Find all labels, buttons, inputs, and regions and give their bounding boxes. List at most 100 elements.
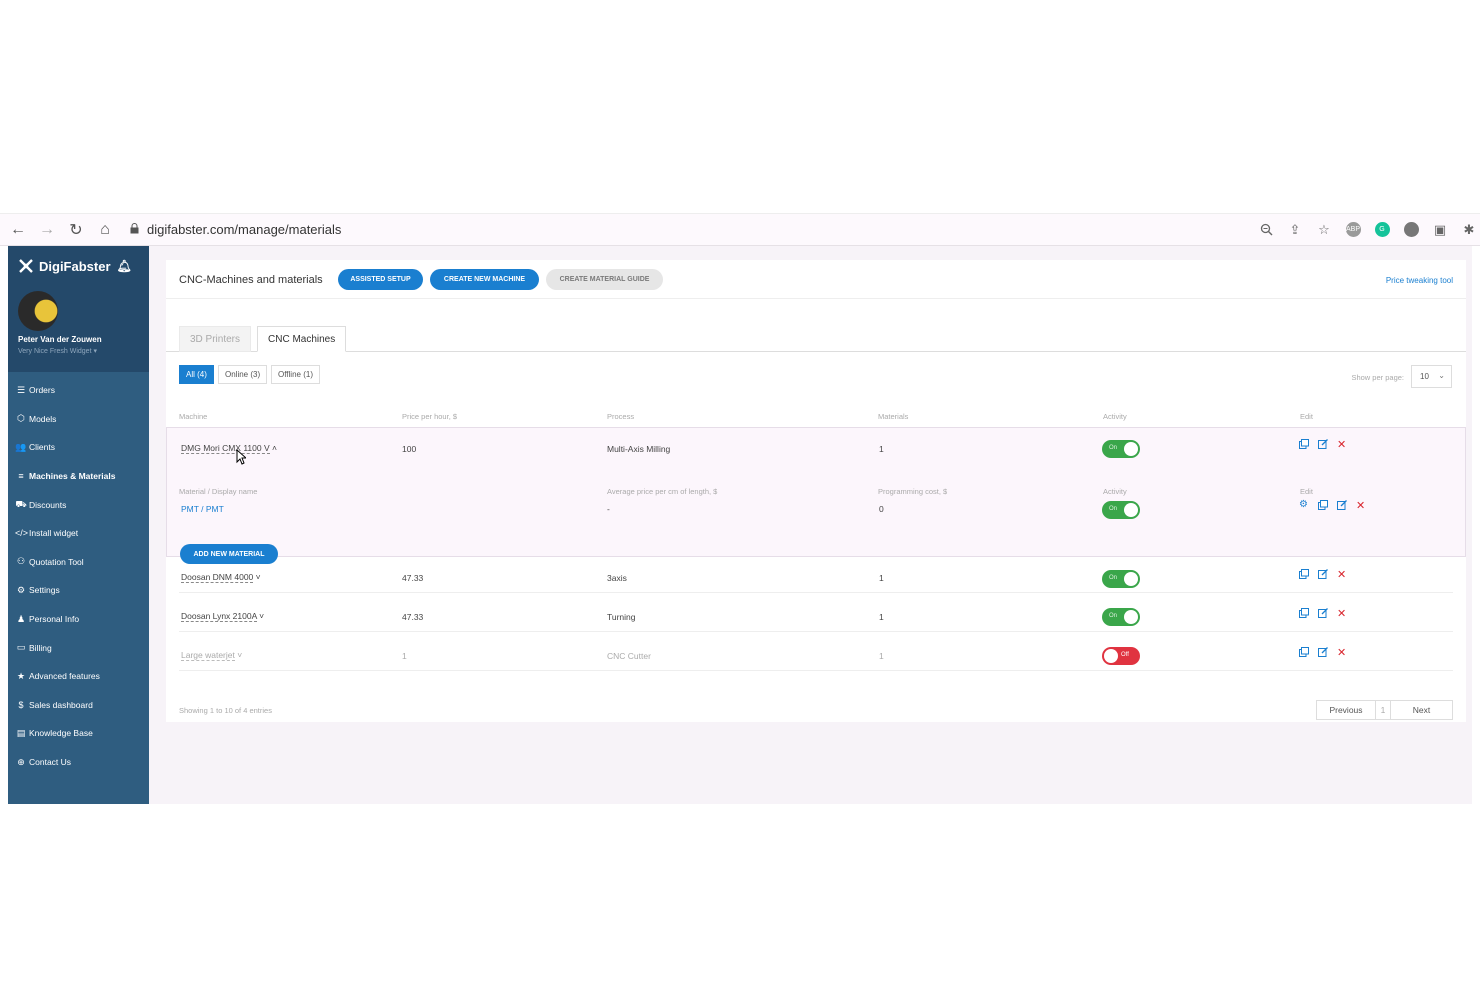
filter-all[interactable]: All (4) <box>179 365 214 384</box>
machine-name[interactable]: Doosan Lynx 2100A <box>181 611 257 622</box>
sidebar-item-settings[interactable]: ⚙ Settings <box>8 576 149 605</box>
sidebar-item-quotation-tool[interactable]: ⚇ Quotation Tool <box>8 548 149 577</box>
previous-page-button[interactable]: Previous <box>1316 700 1376 720</box>
mouse-cursor-icon <box>236 449 246 465</box>
share-icon[interactable]: ⇪ <box>1284 219 1306 241</box>
page-title: CNC-Machines and materials <box>179 274 323 286</box>
bookmark-star-icon[interactable]: ☆ <box>1313 219 1335 241</box>
credit-card-icon: ▭ <box>16 642 26 653</box>
address-bar[interactable]: digifabster.com/manage/materials <box>147 222 341 237</box>
table-row[interactable]: DMG Mori CMX 1100 V ˄ <box>181 443 277 454</box>
machines-card: CNC-Machines and materials ASSISTED SETU… <box>166 260 1466 722</box>
sidebar-item-contact-us[interactable]: ⊕ Contact Us <box>8 748 149 777</box>
copy-icon[interactable] <box>1299 439 1309 449</box>
copy-icon[interactable] <box>1299 647 1309 657</box>
edit-icon[interactable] <box>1337 500 1347 510</box>
delete-icon[interactable]: ✕ <box>1337 568 1346 581</box>
sidebar-item-models[interactable]: ⬡ Models <box>8 405 149 434</box>
edit-icon[interactable] <box>1318 569 1328 579</box>
sidebar-item-machines-materials[interactable]: ≡ Machines & Materials <box>8 462 149 491</box>
tab-cnc-machines[interactable]: CNC Machines <box>257 326 347 352</box>
activity-toggle[interactable]: On <box>1102 440 1140 458</box>
delete-icon[interactable]: ✕ <box>1337 607 1346 620</box>
col-header-materials: Materials <box>878 412 909 421</box>
adblock-extension-icon[interactable]: ABP <box>1342 219 1364 241</box>
edit-icon[interactable] <box>1318 608 1328 618</box>
filter-online[interactable]: Online (3) <box>218 365 268 384</box>
list-icon: ☰ <box>16 384 26 395</box>
activity-toggle[interactable]: On <box>1102 608 1140 626</box>
sidebar-item-personal-info[interactable]: ♟ Personal Info <box>8 605 149 634</box>
assisted-setup-button[interactable]: ASSISTED SETUP <box>338 269 423 290</box>
machine-name[interactable]: Doosan DNM 4000 <box>181 572 254 583</box>
sidebar-item-label: Install widget <box>29 528 79 539</box>
activity-toggle[interactable]: Off <box>1102 647 1140 665</box>
copy-icon[interactable] <box>1299 608 1309 618</box>
avatar[interactable] <box>18 291 58 331</box>
sidebar-item-orders[interactable]: ☰ Orders <box>8 376 149 405</box>
machine-name[interactable]: DMG Mori CMX 1100 V <box>181 443 270 454</box>
next-page-button[interactable]: Next <box>1390 700 1453 720</box>
create-new-machine-button[interactable]: CREATE NEW MACHINE <box>430 269 539 290</box>
delete-icon[interactable]: ✕ <box>1356 499 1365 512</box>
filter-offline[interactable]: Offline (1) <box>271 365 320 384</box>
person-icon: ♟ <box>16 613 26 624</box>
user-icon: ⚇ <box>16 556 26 567</box>
home-icon[interactable]: ⌂ <box>94 219 116 241</box>
sidebar-item-label: Settings <box>29 585 60 596</box>
per-page-select[interactable]: 10 ⌄ <box>1411 365 1452 388</box>
add-new-material-button[interactable]: ADD NEW MATERIAL <box>180 544 278 564</box>
brand[interactable]: DigiFabster 🔔︎ <box>18 258 132 274</box>
sidebar-item-label: Orders <box>29 385 55 396</box>
activity-toggle[interactable]: On <box>1102 570 1140 588</box>
reader-icon[interactable]: ▣ <box>1429 219 1451 241</box>
col-header-price: Price per hour, $ <box>402 412 458 421</box>
chevron-down-icon[interactable]: ˅ <box>237 650 242 660</box>
sidebar-item-knowledge-base[interactable]: ▤ Knowledge Base <box>8 719 149 748</box>
code-icon: </> <box>15 528 29 539</box>
gear-icon[interactable]: ⚙ <box>1299 499 1308 510</box>
sidebar-item-label: Personal Info <box>29 614 80 625</box>
delete-icon[interactable]: ✕ <box>1337 438 1346 451</box>
sidebar-item-clients[interactable]: 👥 Clients <box>8 433 149 462</box>
sidebar-item-sales-dashboard[interactable]: $ Sales dashboard <box>8 691 149 720</box>
sidebar-item-label: Machines & Materials <box>29 471 116 482</box>
zoom-icon[interactable] <box>1255 219 1277 241</box>
machine-name[interactable]: Large waterjet <box>181 650 235 661</box>
widget-selector[interactable]: Very Nice Fresh Widget ▾ <box>18 347 97 355</box>
puzzle-extensions-icon[interactable]: ✱ <box>1458 219 1480 241</box>
process: 3axis <box>607 573 627 583</box>
delete-icon[interactable]: ✕ <box>1337 646 1346 659</box>
brand-name: DigiFabster <box>39 258 111 274</box>
copy-icon[interactable] <box>1318 500 1328 510</box>
material-activity-toggle[interactable]: On <box>1102 501 1140 519</box>
forward-arrow-icon[interactable]: → <box>36 219 58 241</box>
row-divider <box>179 631 1453 632</box>
copy-icon[interactable] <box>1299 569 1309 579</box>
price-tweaking-tool-link[interactable]: Price tweaking tool <box>1386 276 1453 285</box>
grammarly-extension-icon[interactable]: G <box>1371 219 1393 241</box>
tab-3d-printers[interactable]: 3D Printers <box>179 326 252 352</box>
chevron-down-icon[interactable]: ˅ <box>256 572 261 582</box>
reload-icon[interactable]: ↻ <box>65 219 87 241</box>
chevron-up-icon[interactable]: ˄ <box>272 443 277 453</box>
sidebar-item-discounts[interactable]: ⛟ Discounts <box>8 490 149 519</box>
create-material-guide-button[interactable]: CREATE MATERIAL GUIDE <box>546 269 663 290</box>
sidebar-item-install-widget[interactable]: </> Install widget <box>8 519 149 548</box>
back-arrow-icon[interactable]: ← <box>7 219 29 241</box>
digifabster-logo-icon <box>19 259 33 273</box>
extension-icon[interactable] <box>1400 219 1422 241</box>
table-row[interactable]: Doosan Lynx 2100A ˅ <box>181 611 264 622</box>
edit-icon[interactable] <box>1318 647 1328 657</box>
bell-icon[interactable]: 🔔︎ <box>117 259 132 273</box>
table-row[interactable]: Large waterjet ˅ <box>181 650 242 661</box>
cart-icon: ⛟ <box>15 498 27 509</box>
table-row[interactable]: Doosan DNM 4000 ˅ <box>181 572 261 583</box>
sidebar-item-billing[interactable]: ▭ Billing <box>8 633 149 662</box>
material-name[interactable]: PMT / PMT <box>181 504 224 514</box>
sidebar-item-advanced-features[interactable]: ★ Advanced features <box>8 662 149 691</box>
page-number-button[interactable]: 1 <box>1375 700 1391 720</box>
sidebar-profile: DigiFabster 🔔︎ Peter Van der Zouwen Very… <box>8 246 149 372</box>
chevron-down-icon[interactable]: ˅ <box>259 611 264 621</box>
edit-icon[interactable] <box>1318 439 1328 449</box>
